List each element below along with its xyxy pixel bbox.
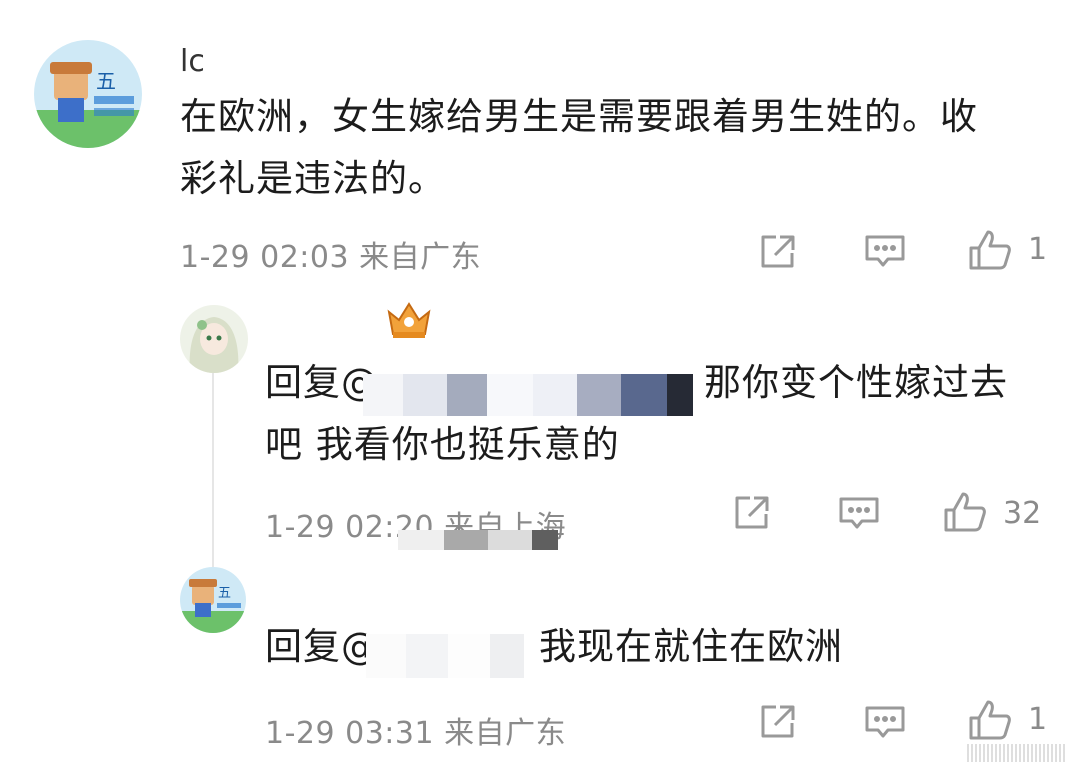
comment-icon[interactable]: [864, 234, 906, 268]
reply-prefix[interactable]: 回复@: [265, 361, 379, 404]
thumbs-up-icon[interactable]: [943, 490, 987, 534]
thumbs-up-icon[interactable]: [968, 698, 1012, 742]
thumbs-up-icon[interactable]: [968, 228, 1012, 272]
reply-text-tail: 那你变个性嫁过去: [704, 361, 1008, 404]
comment-meta: 1-29 02:03 来自广东: [180, 240, 482, 275]
share-icon[interactable]: [758, 703, 798, 739]
watermark: [967, 744, 1067, 762]
reply-prefix[interactable]: 回复@: [265, 625, 379, 668]
mosaic-redaction: [398, 530, 558, 558]
like-count: 1: [1028, 702, 1048, 737]
comment-icon[interactable]: [838, 496, 880, 530]
comment-text: 在欧洲，女生嫁给男生是需要跟着男生姓的。收 彩礼是违法的。: [180, 86, 1060, 210]
avatar[interactable]: [180, 305, 248, 373]
mosaic-redaction: [363, 374, 693, 430]
comment-text-line: 在欧洲，女生嫁给男生是需要跟着男生姓的。收: [180, 95, 978, 138]
comment-text-line: 彩礼是违法的。: [180, 157, 446, 200]
like-count: 1: [1028, 232, 1048, 267]
mosaic-redaction: [366, 634, 530, 688]
comment-icon[interactable]: [864, 705, 906, 739]
share-icon[interactable]: [732, 494, 772, 530]
like-count: 32: [1003, 496, 1042, 531]
share-icon[interactable]: [758, 233, 798, 269]
avatar[interactable]: 五: [180, 567, 246, 633]
reply-meta: 1-29 03:31 来自广东: [265, 716, 567, 751]
reply-text-tail: 我现在就住在欧洲: [539, 625, 843, 668]
crown-badge-icon: [385, 300, 433, 346]
username[interactable]: lc: [180, 44, 205, 79]
thread-line: [212, 372, 214, 567]
avatar[interactable]: 五: [34, 40, 142, 148]
svg-text:五: 五: [96, 69, 116, 93]
svg-text:五: 五: [218, 586, 231, 601]
